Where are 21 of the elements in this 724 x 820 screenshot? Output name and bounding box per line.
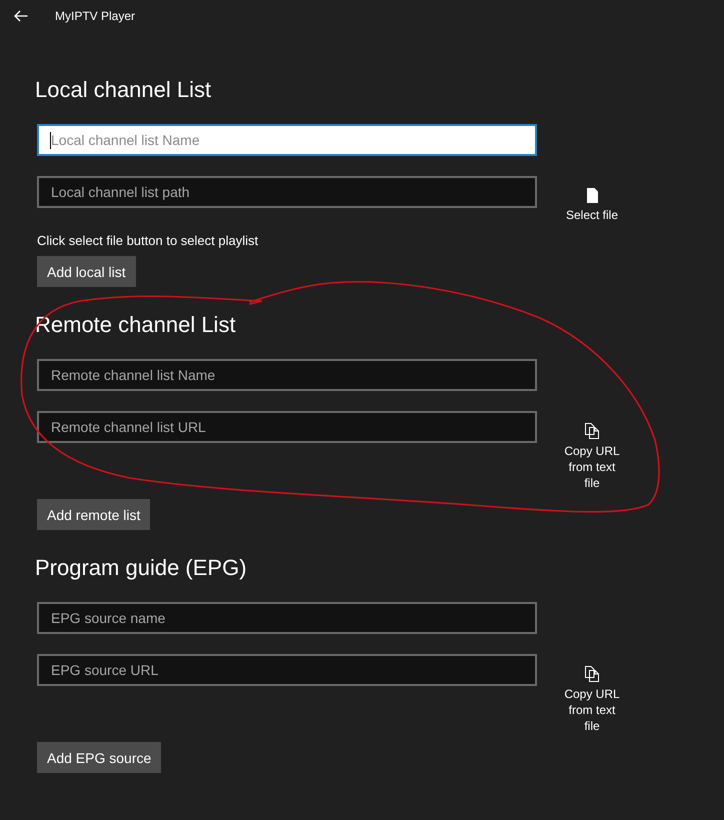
- arrow-left-icon: [14, 10, 28, 22]
- section-heading: Remote channel List: [35, 311, 236, 339]
- copy-icon: [585, 423, 599, 439]
- copy-url-button[interactable]: Copy URL from text file: [560, 423, 624, 491]
- add-button[interactable]: Add EPG source: [37, 742, 162, 773]
- window-title: MyIPTV Player: [55, 8, 136, 24]
- select-file-button[interactable]: Select file: [560, 188, 624, 223]
- copy-url-button[interactable]: Copy URL from text file: [560, 666, 624, 734]
- section-heading: Local channel List: [35, 76, 212, 104]
- input-field[interactable]: Remote channel list URL: [37, 411, 537, 443]
- add-button[interactable]: Add remote list: [37, 499, 150, 530]
- input-field[interactable]: EPG source URL: [37, 654, 537, 686]
- input-field[interactable]: Local channel list Name: [37, 124, 537, 156]
- input-field[interactable]: Remote channel list Name: [37, 359, 537, 391]
- file-icon: [586, 188, 598, 203]
- copy-icon: [585, 666, 599, 682]
- section-heading: Program guide (EPG): [35, 554, 247, 582]
- hint-text: Click select file button to select playlist: [37, 233, 258, 249]
- input-field[interactable]: Local channel list path: [37, 176, 537, 208]
- input-field[interactable]: EPG source name: [37, 602, 537, 634]
- add-button[interactable]: Add local list: [37, 256, 136, 287]
